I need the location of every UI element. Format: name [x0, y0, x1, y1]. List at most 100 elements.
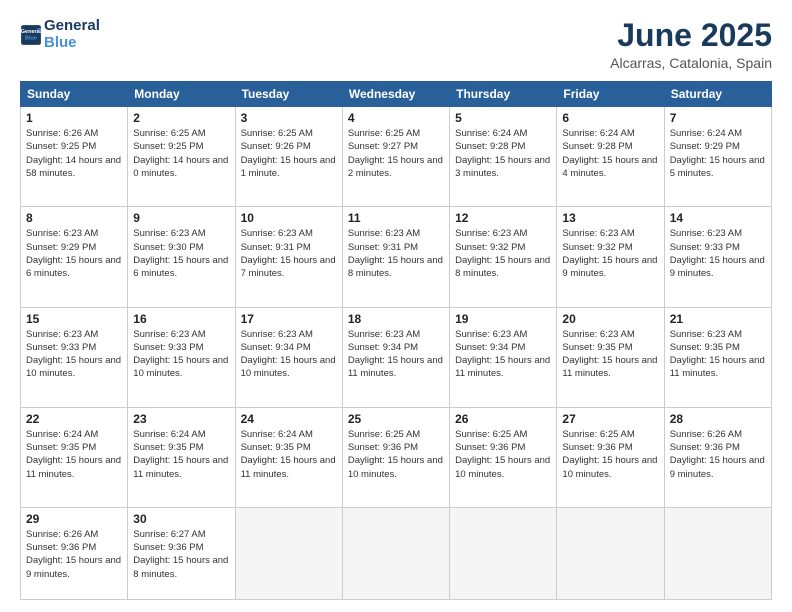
table-row: 4 Sunrise: 6:25 AM Sunset: 9:27 PM Dayli…	[342, 107, 449, 207]
day-number: 2	[133, 111, 229, 125]
cell-content: Sunrise: 6:23 AM Sunset: 9:34 PM Dayligh…	[241, 328, 337, 381]
cell-content: Sunrise: 6:25 AM Sunset: 9:36 PM Dayligh…	[348, 428, 444, 481]
cell-content: Sunrise: 6:23 AM Sunset: 9:32 PM Dayligh…	[455, 227, 551, 280]
col-wednesday: Wednesday	[342, 82, 449, 107]
cell-content: Sunrise: 6:23 AM Sunset: 9:31 PM Dayligh…	[241, 227, 337, 280]
table-row: 30 Sunrise: 6:27 AM Sunset: 9:36 PM Dayl…	[128, 507, 235, 599]
day-number: 30	[133, 512, 229, 526]
day-number: 17	[241, 312, 337, 326]
cell-content: Sunrise: 6:23 AM Sunset: 9:33 PM Dayligh…	[133, 328, 229, 381]
cell-content: Sunrise: 6:24 AM Sunset: 9:35 PM Dayligh…	[133, 428, 229, 481]
day-number: 13	[562, 211, 658, 225]
cell-content: Sunrise: 6:26 AM Sunset: 9:25 PM Dayligh…	[26, 127, 122, 180]
header-row: Sunday Monday Tuesday Wednesday Thursday…	[21, 82, 772, 107]
header-row: General Blue General Blue June 2025 Alca…	[20, 18, 772, 71]
table-row: 23 Sunrise: 6:24 AM Sunset: 9:35 PM Dayl…	[128, 407, 235, 507]
col-monday: Monday	[128, 82, 235, 107]
table-row: 29 Sunrise: 6:26 AM Sunset: 9:36 PM Dayl…	[21, 507, 128, 599]
day-number: 16	[133, 312, 229, 326]
day-number: 23	[133, 412, 229, 426]
day-number: 6	[562, 111, 658, 125]
col-thursday: Thursday	[450, 82, 557, 107]
day-number: 5	[455, 111, 551, 125]
table-row: 18 Sunrise: 6:23 AM Sunset: 9:34 PM Dayl…	[342, 307, 449, 407]
day-number: 25	[348, 412, 444, 426]
table-row: 9 Sunrise: 6:23 AM Sunset: 9:30 PM Dayli…	[128, 207, 235, 307]
table-row: 10 Sunrise: 6:23 AM Sunset: 9:31 PM Dayl…	[235, 207, 342, 307]
table-row: 21 Sunrise: 6:23 AM Sunset: 9:35 PM Dayl…	[664, 307, 771, 407]
table-row: 2 Sunrise: 6:25 AM Sunset: 9:25 PM Dayli…	[128, 107, 235, 207]
main-title: June 2025	[610, 18, 772, 53]
day-number: 26	[455, 412, 551, 426]
table-row: 26 Sunrise: 6:25 AM Sunset: 9:36 PM Dayl…	[450, 407, 557, 507]
day-number: 24	[241, 412, 337, 426]
table-row: 8 Sunrise: 6:23 AM Sunset: 9:29 PM Dayli…	[21, 207, 128, 307]
table-row: 27 Sunrise: 6:25 AM Sunset: 9:36 PM Dayl…	[557, 407, 664, 507]
day-number: 1	[26, 111, 122, 125]
table-row: 28 Sunrise: 6:26 AM Sunset: 9:36 PM Dayl…	[664, 407, 771, 507]
day-number: 28	[670, 412, 766, 426]
cell-content: Sunrise: 6:23 AM Sunset: 9:33 PM Dayligh…	[670, 227, 766, 280]
col-sunday: Sunday	[21, 82, 128, 107]
table-row: 11 Sunrise: 6:23 AM Sunset: 9:31 PM Dayl…	[342, 207, 449, 307]
table-row: 5 Sunrise: 6:24 AM Sunset: 9:28 PM Dayli…	[450, 107, 557, 207]
table-row: 19 Sunrise: 6:23 AM Sunset: 9:34 PM Dayl…	[450, 307, 557, 407]
page: General Blue General Blue June 2025 Alca…	[0, 0, 792, 612]
day-number: 27	[562, 412, 658, 426]
day-number: 14	[670, 211, 766, 225]
table-row	[450, 507, 557, 599]
day-number: 22	[26, 412, 122, 426]
table-row	[557, 507, 664, 599]
cell-content: Sunrise: 6:23 AM Sunset: 9:35 PM Dayligh…	[562, 328, 658, 381]
day-number: 18	[348, 312, 444, 326]
day-number: 7	[670, 111, 766, 125]
cell-content: Sunrise: 6:23 AM Sunset: 9:31 PM Dayligh…	[348, 227, 444, 280]
logo-line1: General	[44, 18, 100, 35]
day-number: 8	[26, 211, 122, 225]
table-row: 22 Sunrise: 6:24 AM Sunset: 9:35 PM Dayl…	[21, 407, 128, 507]
cell-content: Sunrise: 6:25 AM Sunset: 9:36 PM Dayligh…	[455, 428, 551, 481]
cell-content: Sunrise: 6:24 AM Sunset: 9:35 PM Dayligh…	[26, 428, 122, 481]
table-row	[664, 507, 771, 599]
table-row: 17 Sunrise: 6:23 AM Sunset: 9:34 PM Dayl…	[235, 307, 342, 407]
table-row: 24 Sunrise: 6:24 AM Sunset: 9:35 PM Dayl…	[235, 407, 342, 507]
table-row: 16 Sunrise: 6:23 AM Sunset: 9:33 PM Dayl…	[128, 307, 235, 407]
table-row: 12 Sunrise: 6:23 AM Sunset: 9:32 PM Dayl…	[450, 207, 557, 307]
table-row	[342, 507, 449, 599]
logo: General Blue General Blue	[20, 18, 100, 51]
subtitle: Alcarras, Catalonia, Spain	[610, 55, 772, 71]
table-row	[235, 507, 342, 599]
table-row: 1 Sunrise: 6:26 AM Sunset: 9:25 PM Dayli…	[21, 107, 128, 207]
svg-text:Blue: Blue	[25, 35, 37, 41]
table-row: 7 Sunrise: 6:24 AM Sunset: 9:29 PM Dayli…	[664, 107, 771, 207]
cell-content: Sunrise: 6:24 AM Sunset: 9:28 PM Dayligh…	[455, 127, 551, 180]
day-number: 29	[26, 512, 122, 526]
cell-content: Sunrise: 6:24 AM Sunset: 9:29 PM Dayligh…	[670, 127, 766, 180]
cell-content: Sunrise: 6:23 AM Sunset: 9:32 PM Dayligh…	[562, 227, 658, 280]
day-number: 4	[348, 111, 444, 125]
day-number: 10	[241, 211, 337, 225]
cell-content: Sunrise: 6:23 AM Sunset: 9:33 PM Dayligh…	[26, 328, 122, 381]
day-number: 9	[133, 211, 229, 225]
logo-icon: General Blue	[20, 24, 42, 46]
cell-content: Sunrise: 6:26 AM Sunset: 9:36 PM Dayligh…	[670, 428, 766, 481]
title-block: June 2025 Alcarras, Catalonia, Spain	[610, 18, 772, 71]
cell-content: Sunrise: 6:23 AM Sunset: 9:34 PM Dayligh…	[455, 328, 551, 381]
day-number: 15	[26, 312, 122, 326]
calendar-table: Sunday Monday Tuesday Wednesday Thursday…	[20, 81, 772, 600]
cell-content: Sunrise: 6:26 AM Sunset: 9:36 PM Dayligh…	[26, 528, 122, 581]
cell-content: Sunrise: 6:23 AM Sunset: 9:30 PM Dayligh…	[133, 227, 229, 280]
day-number: 11	[348, 211, 444, 225]
cell-content: Sunrise: 6:25 AM Sunset: 9:26 PM Dayligh…	[241, 127, 337, 180]
day-number: 19	[455, 312, 551, 326]
table-row: 14 Sunrise: 6:23 AM Sunset: 9:33 PM Dayl…	[664, 207, 771, 307]
col-friday: Friday	[557, 82, 664, 107]
day-number: 20	[562, 312, 658, 326]
cell-content: Sunrise: 6:25 AM Sunset: 9:25 PM Dayligh…	[133, 127, 229, 180]
table-row: 3 Sunrise: 6:25 AM Sunset: 9:26 PM Dayli…	[235, 107, 342, 207]
col-saturday: Saturday	[664, 82, 771, 107]
cell-content: Sunrise: 6:27 AM Sunset: 9:36 PM Dayligh…	[133, 528, 229, 581]
day-number: 3	[241, 111, 337, 125]
table-row: 25 Sunrise: 6:25 AM Sunset: 9:36 PM Dayl…	[342, 407, 449, 507]
table-row: 6 Sunrise: 6:24 AM Sunset: 9:28 PM Dayli…	[557, 107, 664, 207]
